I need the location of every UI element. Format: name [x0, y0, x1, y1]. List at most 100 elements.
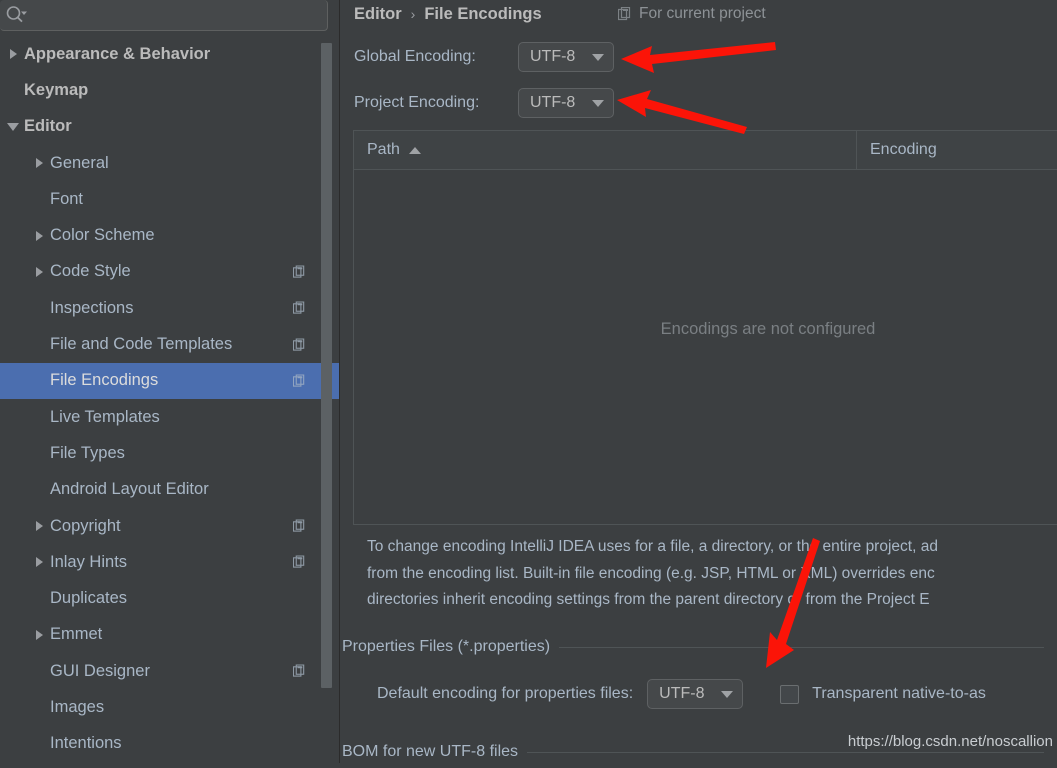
column-header-encoding[interactable]: Encoding — [857, 131, 1057, 169]
sidebar-item-gui-designer[interactable]: GUI Designer — [0, 653, 340, 689]
project-encoding-label: Project Encoding: — [354, 94, 480, 111]
sidebar-item-label: General — [50, 153, 109, 172]
chevron-right-icon[interactable] — [28, 266, 50, 277]
chevron-right-icon[interactable] — [28, 557, 50, 568]
column-header-encoding-label: Encoding — [870, 141, 937, 158]
chevron-down-icon — [592, 53, 604, 61]
section-divider-line — [527, 751, 1044, 753]
sort-ascending-icon — [408, 147, 421, 154]
for-current-project-text: For current project — [639, 5, 766, 22]
project-encoding-combo[interactable]: UTF-8 — [518, 88, 614, 118]
table-empty-message: Encodings are not configured — [660, 320, 876, 338]
sidebar-item-emmet[interactable]: Emmet — [0, 617, 340, 653]
sidebar-item-editor[interactable]: Editor — [0, 109, 340, 145]
sidebar-item-label: Inlay Hints — [50, 552, 128, 571]
copy-project-icon — [292, 519, 306, 533]
sidebar-item-label: Keymap — [24, 80, 89, 99]
expander-triangle — [35, 629, 43, 640]
sidebar-item-general[interactable]: General — [0, 145, 340, 181]
sidebar-item-font[interactable]: Font — [0, 181, 340, 217]
properties-default-encoding-row: Default encoding for properties files: U… — [377, 679, 986, 709]
copy-project-icon — [617, 6, 632, 21]
sidebar-item-label: File Encodings — [50, 371, 159, 390]
properties-default-encoding-value: UTF-8 — [659, 685, 705, 702]
table-body: Encodings are not configured — [354, 170, 1057, 524]
sidebar-item-file-encodings[interactable]: File Encodings — [0, 362, 340, 399]
breadcrumb-parent[interactable]: Editor — [354, 5, 402, 24]
global-encoding-value: UTF-8 — [530, 48, 576, 65]
sidebar-item-label: GUI Designer — [50, 661, 150, 680]
expander-triangle — [35, 521, 43, 531]
chevron-right-icon[interactable] — [28, 629, 50, 640]
watermark-text: https://blog.csdn.net/noscallion — [847, 733, 1053, 750]
sidebar-item-label: Code Style — [50, 262, 131, 281]
bom-section-title: BOM for new UTF-8 files — [342, 743, 519, 760]
encoding-description: To change encoding IntelliJ IDEA uses fo… — [367, 534, 1057, 614]
sidebar-item-inspections[interactable]: Inspections — [0, 290, 340, 326]
search-row — [0, 0, 340, 33]
expander-triangle — [35, 266, 43, 277]
copy-project-icon — [292, 555, 306, 569]
file-encodings-panel: Editor › File Encodings For current proj… — [340, 0, 1057, 763]
expander-triangle — [9, 49, 17, 60]
global-encoding-row: Global Encoding: UTF-8 — [354, 42, 614, 72]
sidebar-item-label: Appearance & Behavior — [24, 44, 211, 63]
sidebar-item-color-scheme[interactable]: Color Scheme — [0, 217, 340, 253]
sidebar-item-android-layout-editor[interactable]: Android Layout Editor — [0, 472, 340, 508]
breadcrumb-current: File Encodings — [424, 4, 542, 23]
copy-project-icon — [292, 301, 306, 315]
copy-project-icon — [292, 265, 306, 278]
for-current-project-label: For current project — [617, 2, 766, 26]
sidebar-item-intentions[interactable]: Intentions — [0, 726, 340, 762]
sidebar-item-label: Android Layout Editor — [50, 480, 209, 499]
transparent-native-to-ascii-label: Transparent native-to-as — [812, 685, 986, 702]
chevron-down-icon[interactable] — [2, 122, 24, 131]
chevron-right-icon[interactable] — [28, 230, 50, 241]
description-line-2: from the encoding list. Built-in file en… — [367, 564, 935, 582]
copy-project-icon — [292, 337, 306, 351]
table-header-row: Path Encoding — [354, 131, 1057, 170]
sidebar-item-images[interactable]: Images — [0, 689, 340, 725]
sidebar-item-file-and-code-templates[interactable]: File and Code Templates — [0, 326, 340, 362]
sidebar-item-inlay-hints[interactable]: Inlay Hints — [0, 544, 340, 580]
breadcrumb: Editor › File Encodings — [354, 0, 542, 28]
global-encoding-combo[interactable]: UTF-8 — [518, 42, 614, 72]
chevron-right-icon[interactable] — [2, 49, 24, 60]
sidebar-item-code-style[interactable]: Code Style — [0, 254, 340, 290]
description-line-1: To change encoding IntelliJ IDEA uses fo… — [367, 538, 938, 555]
sidebar-item-label: Inspections — [50, 298, 134, 317]
column-header-path-label: Path — [367, 141, 400, 158]
sidebar-item-label: File Types — [50, 443, 125, 462]
sidebar-item-live-templates[interactable]: Live Templates — [0, 399, 340, 435]
sidebar-item-keymap[interactable]: Keymap — [0, 72, 340, 108]
sidebar-item-label: Color Scheme — [50, 226, 155, 245]
project-encoding-row: Project Encoding: UTF-8 — [354, 88, 614, 118]
column-header-path[interactable]: Path — [354, 131, 857, 169]
project-encoding-value: UTF-8 — [530, 94, 576, 111]
chevron-down-icon — [721, 690, 734, 698]
properties-default-encoding-combo[interactable]: UTF-8 — [647, 679, 744, 709]
expander-triangle — [7, 122, 19, 131]
sidebar-item-label: Font — [50, 189, 84, 208]
sidebar-scrollbar-thumb[interactable] — [321, 43, 332, 688]
properties-files-section-title: Properties Files (*.properties) — [342, 638, 551, 655]
transparent-native-to-ascii-checkbox[interactable] — [780, 684, 800, 704]
encodings-table[interactable]: Path Encoding Encodings are not configur… — [353, 130, 1057, 525]
sidebar-item-appearance-behavior[interactable]: Appearance & Behavior — [0, 36, 340, 72]
sidebar-item-duplicates[interactable]: Duplicates — [0, 580, 340, 616]
sidebar-item-copyright[interactable]: Copyright — [0, 508, 340, 544]
chevron-down-icon — [592, 99, 604, 107]
search-input[interactable] — [0, 0, 328, 31]
properties-default-encoding-label: Default encoding for properties files: — [377, 685, 634, 702]
description-line-3: directories inherit encoding settings fr… — [367, 591, 930, 608]
chevron-right-icon[interactable] — [28, 521, 50, 531]
sidebar-item-file-types[interactable]: File Types — [0, 435, 340, 471]
global-encoding-label: Global Encoding: — [354, 48, 476, 65]
settings-tree[interactable]: Appearance & Behavior Keymap Editor General… — [0, 36, 340, 763]
chevron-right-icon[interactable] — [28, 158, 50, 169]
breadcrumb-separator-icon: › — [410, 6, 416, 22]
settings-sidebar: Appearance & Behavior Keymap Editor General… — [0, 0, 340, 763]
search-icon — [5, 5, 27, 25]
expander-triangle — [35, 158, 43, 169]
settings-dialog: Appearance & Behavior Keymap Editor General… — [0, 0, 1057, 763]
